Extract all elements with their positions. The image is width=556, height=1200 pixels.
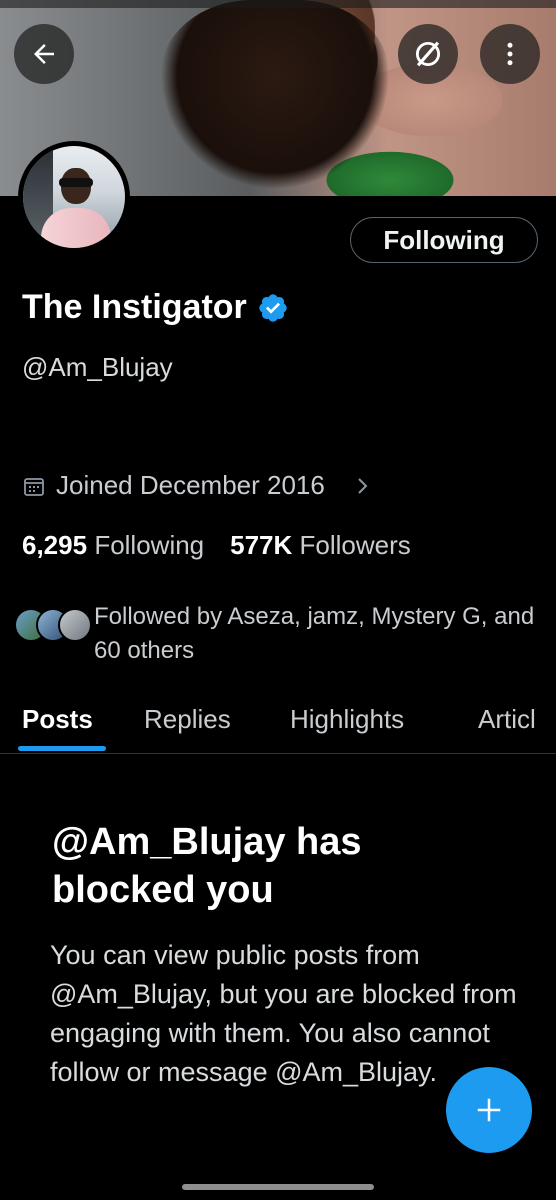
back-button[interactable] [14, 24, 74, 84]
followers-label: Followers [299, 530, 411, 560]
blocked-message: You can view public posts from @Am_Bluja… [50, 940, 517, 1087]
banner-beard [160, 0, 390, 190]
following-label: Following [94, 530, 205, 560]
avatar [58, 608, 92, 642]
home-indicator[interactable] [182, 1184, 374, 1190]
slashed-circle-icon [415, 41, 441, 67]
following-stat[interactable]: 6,295 Following [22, 530, 204, 561]
chevron-right-icon [358, 477, 368, 494]
compose-post-button[interactable] [446, 1067, 532, 1153]
profile-handle: @Am_Blujay [22, 352, 173, 382]
tab-posts[interactable]: Posts [22, 704, 93, 735]
blocked-title: @Am_Blujay has blocked you [52, 821, 362, 911]
status-bar [0, 0, 556, 8]
verified-badge-icon[interactable] [257, 292, 289, 324]
plus-icon [477, 1098, 501, 1122]
vertical-dots-icon [507, 42, 513, 66]
followers-count: 577K [230, 530, 293, 560]
display-name-row: The Instigator [22, 288, 289, 327]
following-count: 6,295 [22, 530, 88, 560]
grok-button[interactable] [398, 24, 458, 84]
joined-date-row[interactable]: Joined December 2016 [22, 470, 373, 501]
tab-replies[interactable]: Replies [144, 704, 231, 735]
tab-highlights[interactable]: Highlights [290, 704, 404, 735]
arrow-left-icon [34, 44, 54, 64]
calendar-icon [24, 477, 44, 496]
joined-date: Joined December 2016 [56, 470, 325, 500]
followers-stat[interactable]: 577K Followers [230, 530, 411, 561]
following-button[interactable]: Following [350, 217, 538, 263]
active-tab-indicator [18, 746, 106, 751]
display-name: The Instigator [22, 288, 247, 326]
tab-articles[interactable]: Articl [478, 704, 536, 735]
follow-stats: 6,295 Following 577K Followers [22, 530, 411, 561]
follower-avatars [14, 600, 92, 650]
profile-avatar[interactable] [18, 141, 130, 253]
followed-by-text: Followed by Aseza, jamz, Mystery G, and … [94, 603, 535, 664]
followed-by-row[interactable]: Followed by Aseza, jamz, Mystery G, and … [14, 600, 544, 668]
more-button[interactable] [480, 24, 540, 84]
